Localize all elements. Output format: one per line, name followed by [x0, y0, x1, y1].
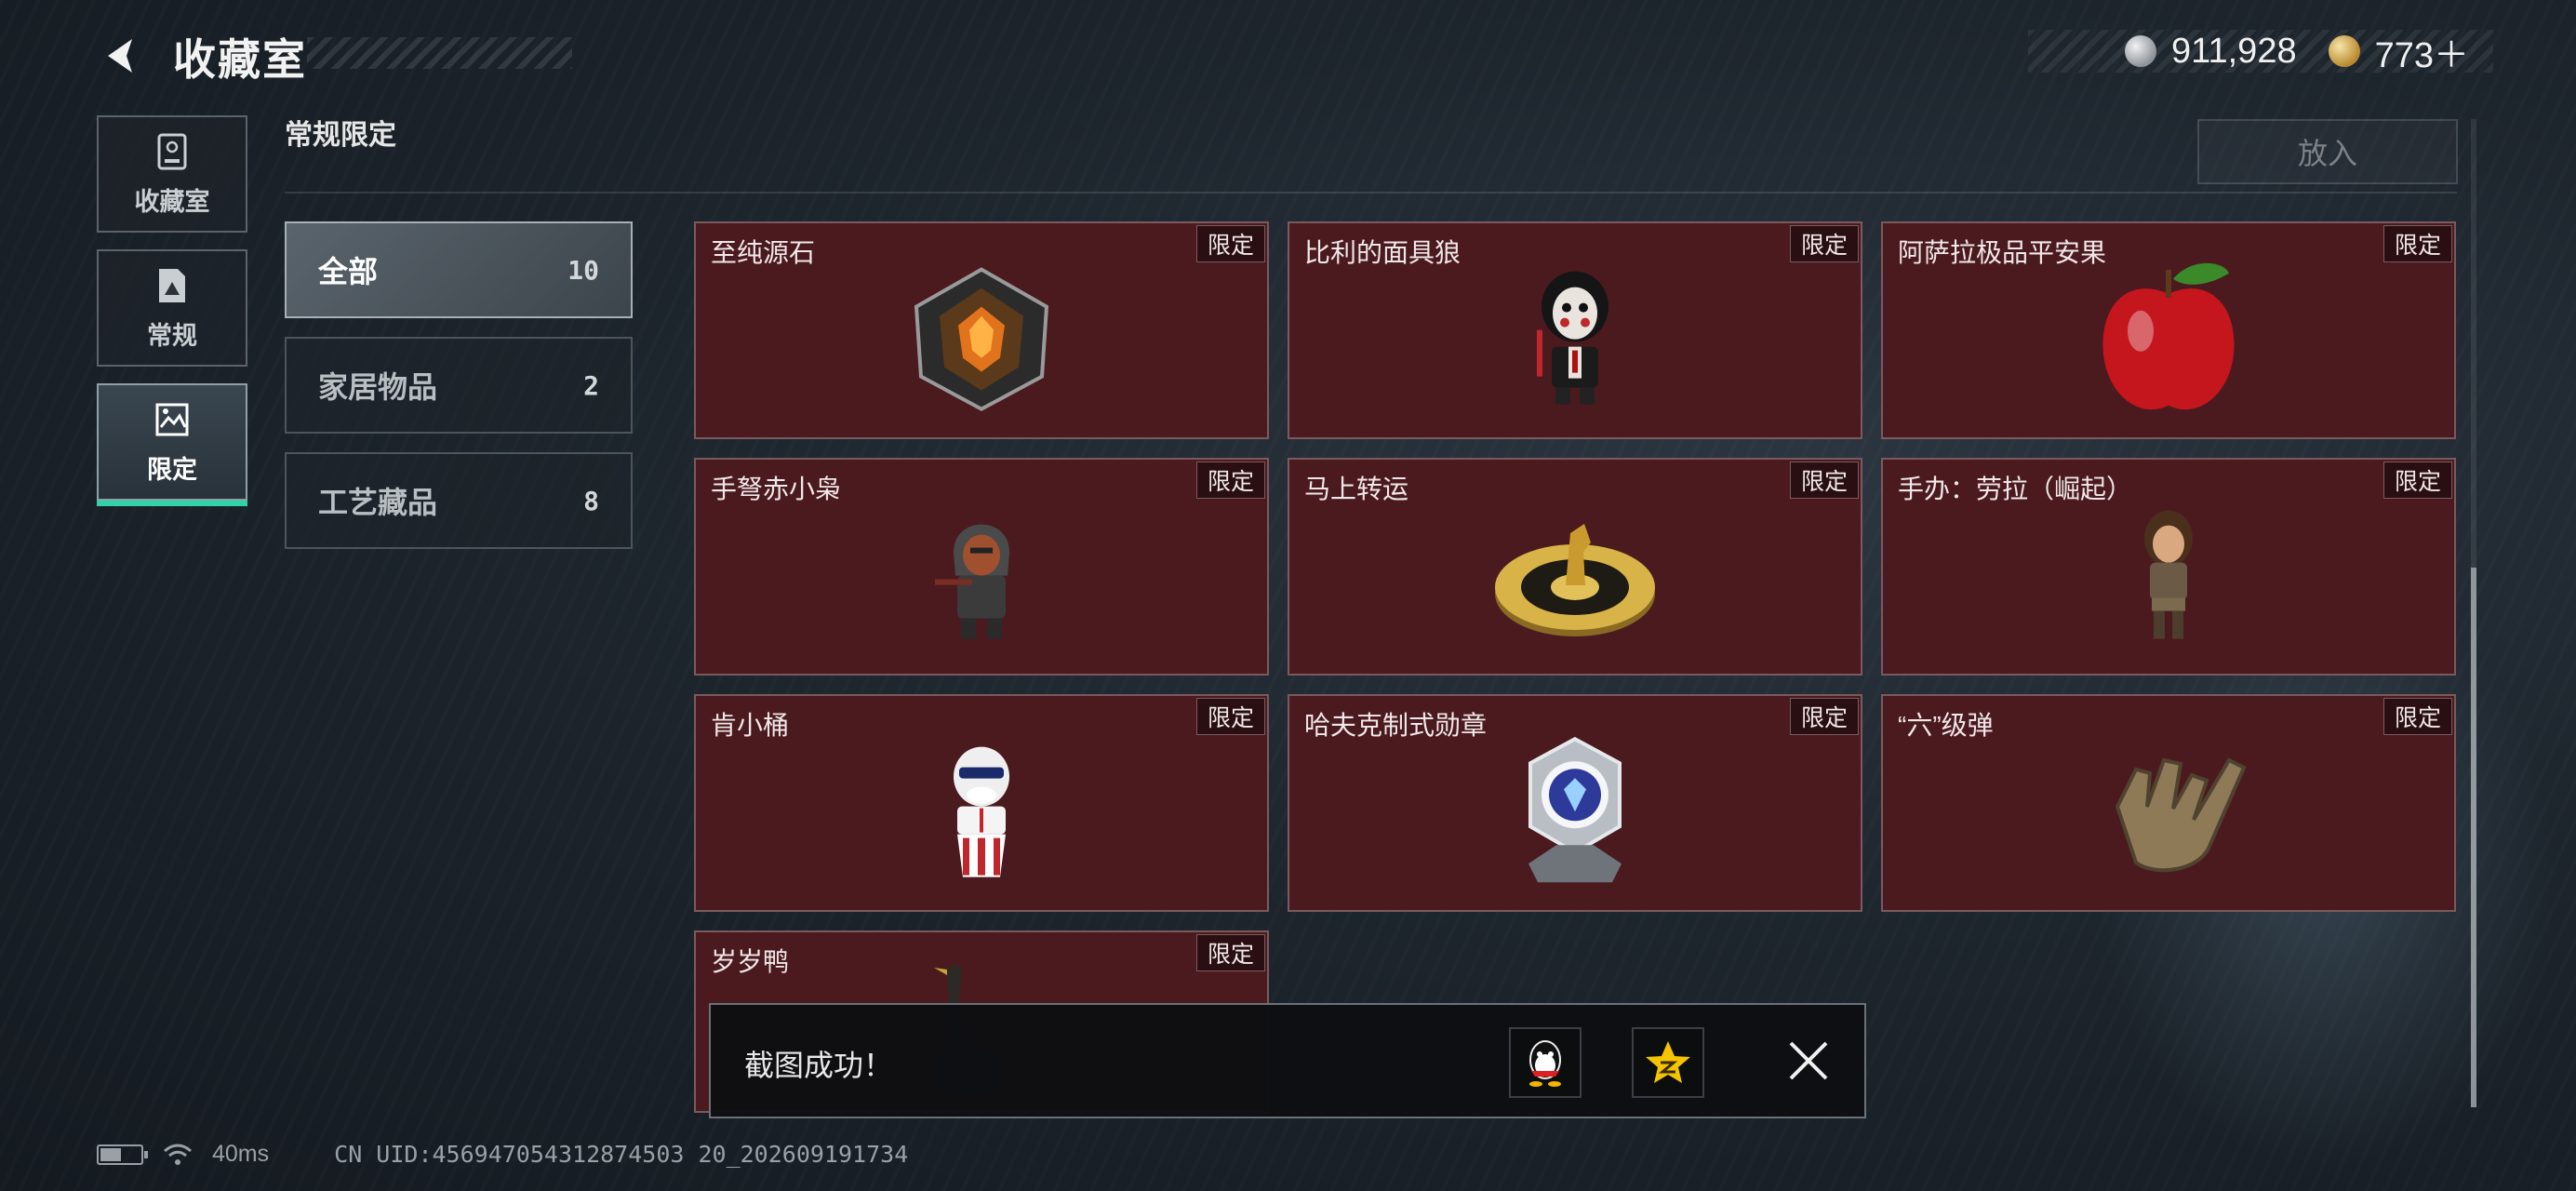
nav-item-limited[interactable]: 限定	[97, 383, 247, 506]
category-home-items[interactable]: 家居物品 2	[285, 337, 633, 434]
toast-close-button[interactable]	[1781, 1033, 1836, 1089]
item-card[interactable]: 肯小桶 限定	[694, 694, 1269, 912]
bucket-figure-icon	[954, 746, 1009, 877]
item-card[interactable]: 哈夫克制式勋章 限定	[1288, 694, 1862, 912]
qzone-star-icon	[1646, 1041, 1690, 1083]
back-arrow-icon	[108, 39, 132, 73]
item-name: 肯小桶	[711, 711, 790, 740]
silver-coin-icon	[2125, 35, 2157, 67]
limited-tag: 限定	[1196, 225, 1265, 262]
item-card[interactable]: “六”级弹 限定	[1881, 694, 2456, 912]
back-button[interactable]	[97, 30, 149, 82]
category-craft-items[interactable]: 工艺藏品 8	[285, 452, 633, 549]
horse-wheel-icon	[1495, 524, 1655, 636]
qq-icon	[1529, 1040, 1561, 1087]
lara-figure-icon	[2144, 510, 2193, 639]
item-name: 比利的面具狼	[1304, 238, 1462, 267]
category-count: 10	[567, 254, 599, 286]
section-divider	[285, 192, 2457, 194]
nav-item-regular[interactable]: 常规	[97, 249, 247, 367]
category-all[interactable]: 全部 10	[285, 221, 633, 318]
scrollbar-thumb[interactable]	[2471, 568, 2476, 1107]
apple-icon	[2102, 262, 2235, 410]
category-count: 2	[583, 369, 599, 401]
cabinet-icon	[157, 133, 187, 169]
category-label: 家居物品	[318, 370, 438, 404]
item-card[interactable]: 比利的面具狼 限定	[1288, 221, 1862, 439]
item-name: “六”级弹	[1898, 711, 1994, 740]
hand-sign-icon	[2115, 757, 2247, 873]
gold-coin-amount[interactable]: 773＋	[2375, 26, 2469, 77]
document-icon	[159, 268, 185, 302]
battery-icon	[97, 1144, 148, 1165]
crystal-stone-icon	[914, 267, 1049, 411]
masked-figure-icon	[1537, 271, 1608, 405]
nav-label: 常规	[147, 321, 197, 350]
item-card[interactable]: 手弩赤小枭 限定	[694, 458, 1269, 676]
close-icon	[1789, 1041, 1828, 1080]
nav-label: 收藏室	[134, 187, 210, 216]
nav-item-collection[interactable]: 收藏室	[97, 115, 247, 233]
limited-tag: 限定	[1790, 698, 1859, 735]
item-name: 马上转运	[1304, 475, 1409, 503]
limited-tag: 限定	[1196, 698, 1265, 735]
limited-tag: 限定	[1196, 934, 1265, 971]
hooded-figure-icon	[935, 524, 1009, 639]
limited-tag: 限定	[1790, 225, 1859, 262]
wifi-icon	[164, 1144, 192, 1165]
limited-tag: 限定	[2383, 698, 2452, 735]
toast-message: 截图成功！	[744, 1049, 894, 1082]
share-qzone-button[interactable]	[1632, 1027, 1704, 1098]
nav-label: 限定	[147, 455, 197, 484]
ping-value: 40ms	[212, 1141, 270, 1167]
status-bar: 40ms CN UID:456947054312874503 20_202609…	[97, 1141, 908, 1168]
limited-tag: 限定	[2383, 462, 2452, 499]
screenshot-toast: 截图成功！	[709, 1003, 1866, 1118]
limited-tag: 限定	[2383, 225, 2452, 262]
item-name: 岁岁鸭	[711, 947, 790, 976]
silver-coin-amount: 911,928	[2171, 31, 2297, 71]
title-decoration	[307, 37, 572, 69]
share-qq-button[interactable]	[1509, 1027, 1582, 1098]
user-uid: CN UID:456947054312874503 20_20260919173…	[334, 1141, 909, 1168]
item-name: 手弩赤小枭	[711, 475, 842, 503]
item-name: 至纯源石	[711, 238, 816, 267]
category-label: 全部	[318, 255, 379, 288]
item-card[interactable]: 手办：劳拉（崛起） 限定	[1881, 458, 2456, 676]
item-card[interactable]: 马上转运 限定	[1288, 458, 1862, 676]
put-in-button[interactable]: 放入	[2197, 119, 2458, 184]
item-name: 哈夫克制式勋章	[1304, 711, 1488, 740]
limited-tag: 限定	[1196, 462, 1265, 499]
gold-coin-icon	[2328, 35, 2360, 67]
item-card[interactable]: 至纯源石 限定	[694, 221, 1269, 439]
item-name: 手办：劳拉（崛起）	[1898, 475, 2133, 503]
currency-bar: 911,928 773＋	[2028, 30, 2493, 75]
item-card[interactable]: 阿萨拉极品平安果 限定	[1881, 221, 2456, 439]
limited-tag: 限定	[1790, 462, 1859, 499]
page-title: 收藏室	[173, 35, 307, 84]
category-label: 工艺藏品	[318, 486, 438, 519]
medal-icon	[1528, 736, 1622, 883]
section-title: 常规限定	[285, 120, 396, 151]
item-name: 阿萨拉极品平安果	[1898, 238, 2107, 267]
limited-picture-icon	[155, 403, 189, 435]
category-count: 8	[583, 485, 599, 516]
